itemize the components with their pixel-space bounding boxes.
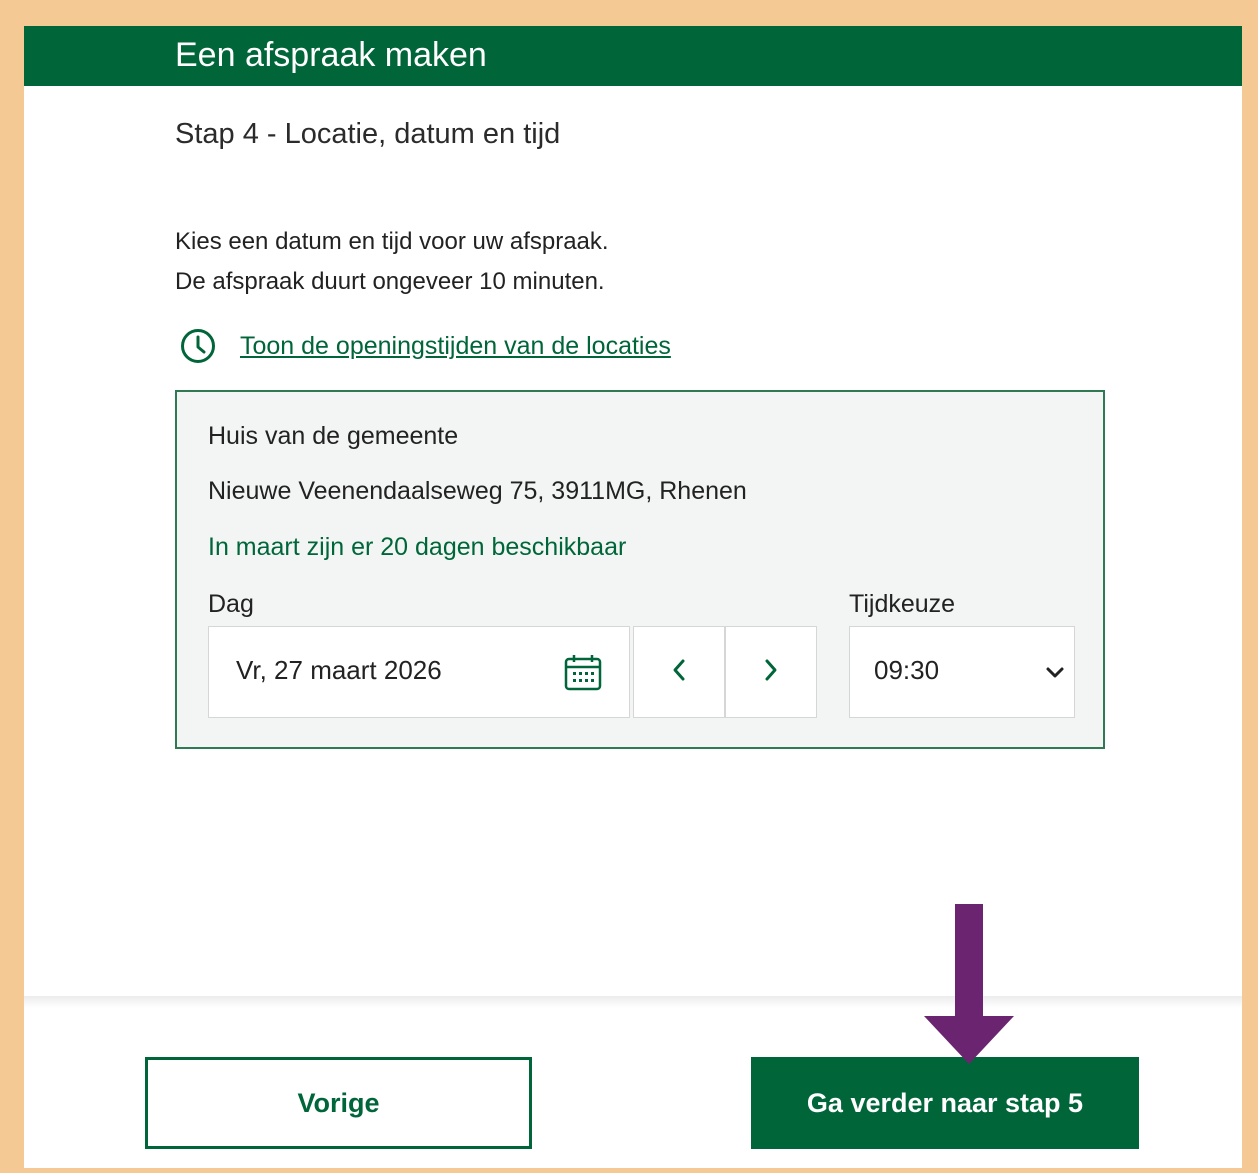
intro-line-duration: De afspraak duurt ongeveer 10 minuten. (175, 268, 605, 295)
step-title: Stap 4 - Locatie, datum en tijd (175, 118, 561, 150)
date-value: Vr, 27 maart 2026 (236, 655, 442, 685)
chevron-down-icon (1045, 665, 1065, 681)
previous-step-button[interactable]: Vorige (145, 1057, 532, 1149)
time-select[interactable]: 09:30 (849, 626, 1075, 718)
page-header: Een afspraak maken (24, 26, 1242, 86)
page-title: Een afspraak maken (175, 36, 487, 74)
date-input[interactable]: Vr, 27 maart 2026 (208, 626, 630, 718)
availability-text: In maart zijn er 20 dagen beschikbaar (208, 533, 627, 561)
location-card: Huis van de gemeente Nieuwe Veenendaalse… (175, 390, 1105, 749)
location-name: Huis van de gemeente (208, 422, 459, 450)
arrow-down-icon (922, 904, 1016, 1066)
time-label: Tijdkeuze (849, 590, 956, 618)
previous-day-button[interactable] (633, 626, 725, 718)
day-label: Dag (208, 590, 254, 618)
time-value: 09:30 (874, 655, 940, 685)
clock-icon (180, 328, 216, 364)
opening-hours-link-row[interactable]: Toon de openingstijden van de locaties (180, 328, 671, 364)
intro-line-choose: Kies een datum en tijd voor uw afspraak. (175, 228, 609, 255)
appointment-page: Een afspraak maken Stap 4 - Locatie, dat… (24, 26, 1242, 1168)
footer-divider (24, 996, 1242, 1008)
chevron-right-icon (763, 658, 779, 687)
opening-hours-link[interactable]: Toon de openingstijden van de locaties (240, 332, 671, 361)
calendar-icon[interactable] (563, 653, 603, 693)
chevron-left-icon (671, 658, 687, 687)
next-step-button[interactable]: Ga verder naar stap 5 (751, 1057, 1139, 1149)
intro-text: Kies een datum en tijd voor uw afspraak.… (175, 222, 609, 302)
next-day-button[interactable] (725, 626, 817, 718)
location-address: Nieuwe Veenendaalseweg 75, 3911MG, Rhene… (208, 477, 747, 505)
